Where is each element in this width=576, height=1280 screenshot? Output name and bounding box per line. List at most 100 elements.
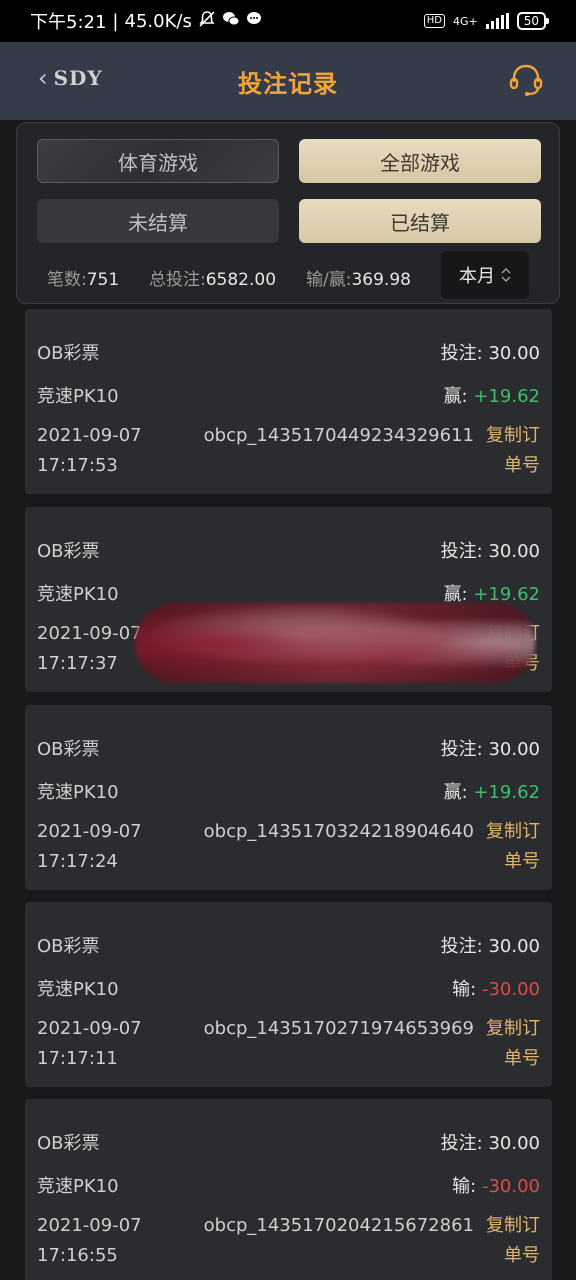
total-bet-label: 总投注:	[149, 270, 206, 290]
bet-amount-label: 投注:	[440, 1133, 483, 1154]
result-value: -30.00	[481, 1176, 540, 1197]
result-label: 输:	[452, 979, 477, 1000]
record-date: 2021-09-07	[37, 1215, 142, 1236]
record-row-provider: OB彩票 投注: 30.00	[37, 932, 540, 958]
redaction-scribble	[135, 603, 535, 683]
copy-order-label-1: 复制订	[486, 1215, 540, 1236]
message-icon	[246, 11, 262, 32]
record-date: 2021-09-07	[37, 821, 142, 842]
result: 输: -30.00	[452, 1172, 540, 1198]
record-datetime: 2021-09-07 17:17:53	[37, 421, 142, 481]
record-date: 2021-09-07	[37, 425, 142, 446]
copy-order-label-1: 复制订	[486, 425, 540, 446]
copy-order-button[interactable]: 复制订单号	[484, 421, 540, 481]
record-row-provider: OB彩票 投注: 30.00	[37, 537, 540, 563]
record-date: 2021-09-07	[37, 623, 142, 644]
record-row-game: 竞速PK10 赢: +19.62	[37, 778, 540, 804]
record-row-order: 2021-09-07 17:17:53 obcp_143517044923432…	[37, 421, 540, 481]
all-games-tab[interactable]: 全部游戏	[299, 139, 541, 183]
chevron-left-icon: ‹	[38, 64, 48, 92]
filter-panel: 体育游戏 全部游戏 未结算 已结算 笔数:751 总投注:6582.00 输/赢…	[16, 122, 560, 304]
result-label: 赢:	[443, 584, 468, 605]
record-datetime: 2021-09-07 17:17:11	[37, 1014, 142, 1074]
bet-amount-value: 30.00	[488, 1133, 540, 1154]
brand-logo: SDY	[53, 66, 103, 90]
all-games-label: 全部游戏	[380, 150, 460, 175]
bet-record-card: OB彩票 投注: 30.00 竞速PK10 赢: +19.62 2021-09-…	[25, 507, 552, 692]
record-row-provider: OB彩票 投注: 30.00	[37, 339, 540, 365]
provider-name: OB彩票	[37, 936, 100, 957]
profit-loss: 输/赢:369.98	[306, 265, 411, 290]
sports-games-tab[interactable]: 体育游戏	[37, 139, 279, 183]
record-row-order: 2021-09-07 17:17:24 obcp_143517032421890…	[37, 817, 540, 877]
result-value: +19.62	[473, 584, 540, 605]
record-row-provider: OB彩票 投注: 30.00	[37, 1129, 540, 1155]
hd-badge: HD	[423, 14, 445, 28]
bet-amount-label: 投注:	[440, 541, 483, 562]
bet-amount-value: 30.00	[488, 541, 540, 562]
provider-name: OB彩票	[37, 1133, 100, 1154]
record-row-game: 竞速PK10 输: -30.00	[37, 975, 540, 1001]
order-block: obcp_1435170324218904640 复制订 单号	[204, 817, 540, 877]
settled-tab[interactable]: 已结算	[299, 199, 541, 243]
bet-record-card: OB彩票 投注: 30.00 竞速PK10 输: -30.00 2021-09-…	[25, 902, 552, 1087]
game-name: 竞速PK10	[37, 584, 119, 605]
bet-record-card: OB彩票 投注: 30.00 竞速PK10 赢: +19.62 2021-09-…	[25, 705, 552, 890]
result-label: 赢:	[443, 386, 468, 407]
bet-amount-value: 30.00	[488, 739, 540, 760]
record-row-provider: OB彩票 投注: 30.00	[37, 735, 540, 761]
copy-order-label-1: 复制订	[486, 1018, 540, 1039]
copy-order-label-1: 复制订	[486, 821, 540, 842]
bet-amount: 投注: 30.00	[441, 339, 540, 365]
bet-count: 笔数:751	[47, 265, 119, 290]
signal-icon	[485, 13, 509, 29]
copy-order-button[interactable]: 复制订单号	[484, 1211, 540, 1271]
record-time: 17:17:37	[37, 653, 118, 674]
network-type: 4G+	[452, 14, 478, 28]
record-datetime: 2021-09-07 17:17:37	[37, 619, 142, 679]
order-number: obcp_1435170204215672861	[203, 1215, 474, 1236]
status-time: 下午5:21	[30, 12, 107, 33]
record-time: 17:16:55	[37, 1245, 118, 1266]
copy-order-button[interactable]: 复制订单号	[484, 1014, 540, 1074]
game-name: 竞速PK10	[37, 386, 119, 407]
bet-amount-value: 30.00	[488, 936, 540, 957]
game-name: 竞速PK10	[37, 782, 119, 803]
record-row-game: 竞速PK10 赢: +19.62	[37, 382, 540, 408]
provider-name: OB彩票	[37, 343, 100, 364]
wechat-icon	[222, 11, 240, 32]
copy-order-label-2: 单号	[504, 1048, 540, 1069]
order-number: obcp_1435170271974653969	[203, 1018, 474, 1039]
period-label: 本月	[459, 266, 495, 287]
bet-count-label: 笔数:	[47, 270, 87, 290]
order-number: obcp_1435170324218904640	[203, 821, 474, 842]
bet-amount: 投注: 30.00	[441, 537, 540, 563]
bet-amount: 投注: 30.00	[441, 932, 540, 958]
order-number: obcp_1435170449234329611	[203, 425, 474, 446]
total-bet-value: 6582.00	[205, 270, 277, 290]
bet-amount-label: 投注:	[440, 343, 483, 364]
copy-order-button[interactable]: 复制订单号	[484, 817, 540, 877]
sort-chevrons-icon	[501, 268, 511, 282]
game-name: 竞速PK10	[37, 979, 119, 1000]
bet-record-card: OB彩票 投注: 30.00 竞速PK10 输: -30.00 2021-09-…	[25, 1099, 552, 1280]
result: 赢: +19.62	[444, 778, 540, 804]
period-selector[interactable]: 本月	[441, 251, 529, 299]
network-speed: 45.0K/s	[124, 10, 192, 32]
bet-amount-label: 投注:	[440, 936, 483, 957]
result-value: +19.62	[473, 782, 540, 803]
result-value: +19.62	[473, 386, 540, 407]
record-datetime: 2021-09-07 17:17:24	[37, 817, 142, 877]
record-row-order: 2021-09-07 17:17:11 obcp_143517027197465…	[37, 1014, 540, 1074]
back-button[interactable]: ‹ SDY	[38, 66, 103, 90]
profit-loss-label: 输/赢:	[306, 270, 352, 290]
record-time: 17:17:53	[37, 455, 118, 476]
customer-service-icon[interactable]	[508, 62, 544, 98]
app-header: ‹ SDY 投注记录	[0, 42, 576, 120]
order-block: obcp_1435170204215672861 复制订 单号	[204, 1211, 540, 1271]
order-block: obcp_1435170449234329611 复制订 单号	[204, 421, 540, 481]
record-time: 17:17:24	[37, 851, 118, 872]
unsettled-tab[interactable]: 未结算	[37, 199, 279, 243]
battery-level: 50	[523, 14, 539, 28]
order-block: obcp_1435170271974653969 复制订单号	[204, 1014, 540, 1074]
